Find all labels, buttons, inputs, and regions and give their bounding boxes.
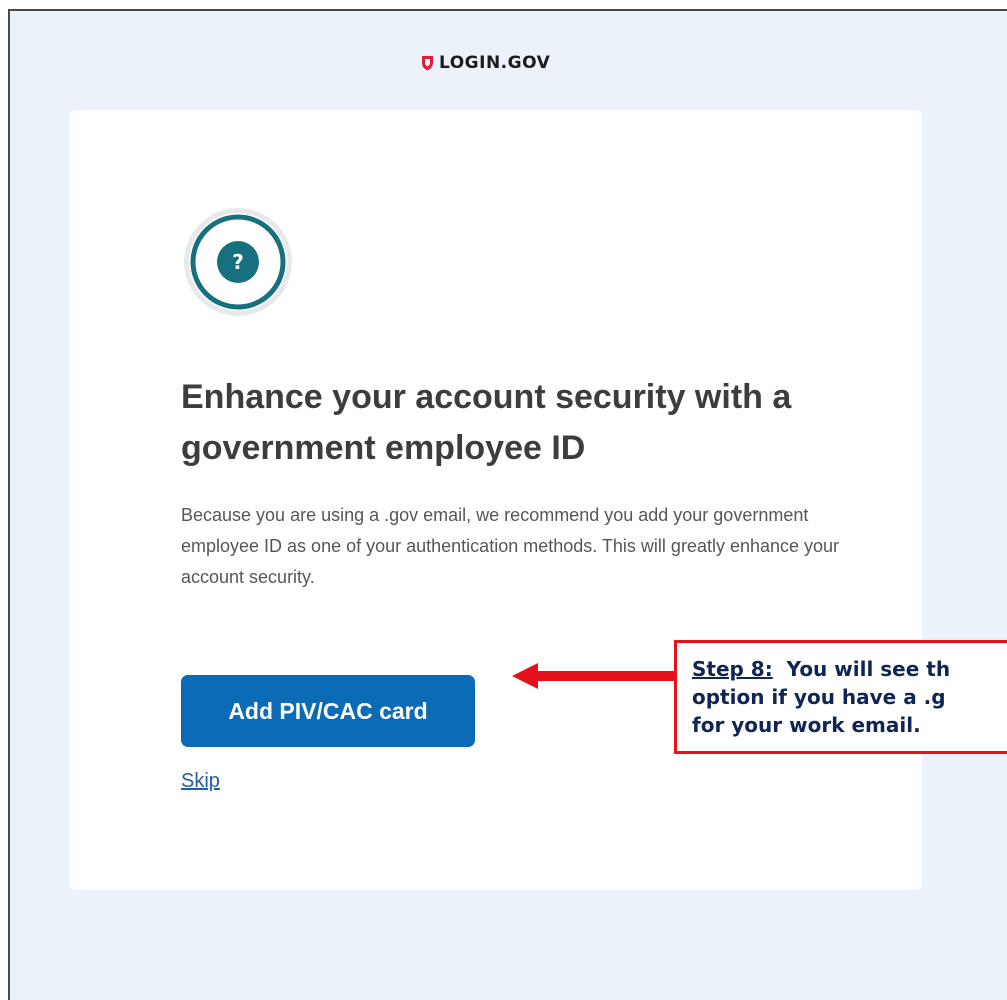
page-title: Enhance your account security with a gov… <box>181 378 792 467</box>
question-glyph: ? <box>232 250 244 274</box>
step-callout: Step 8: You will see th option if you ha… <box>674 640 1007 754</box>
add-piv-cac-button[interactable]: Add PIV/CAC card <box>181 675 475 747</box>
login-gov-logo[interactable]: LOGIN.GOV <box>421 53 550 73</box>
intro-text: Because you are using a .gov email, we r… <box>181 505 840 587</box>
logo-text: LOGIN.GOV <box>439 53 551 73</box>
shield-icon <box>422 56 433 71</box>
callout-step-label: Step 8: <box>692 657 773 681</box>
skip-link[interactable]: Skip <box>181 770 220 793</box>
callout-line-3: for your work email. <box>692 713 921 737</box>
callout-line-1-text: You will see th <box>786 657 951 681</box>
main-card: ? Enhance your account security with a g… <box>69 110 922 890</box>
callout-line-1: Step 8: You will see th <box>692 655 1007 683</box>
arrow-left-icon <box>512 663 674 689</box>
question-mark-icon: ? <box>184 208 292 316</box>
callout-line-2: option if you have a .g <box>692 685 946 709</box>
page-frame: LOGIN.GOV ? Enhance your account securit… <box>8 9 1007 1000</box>
